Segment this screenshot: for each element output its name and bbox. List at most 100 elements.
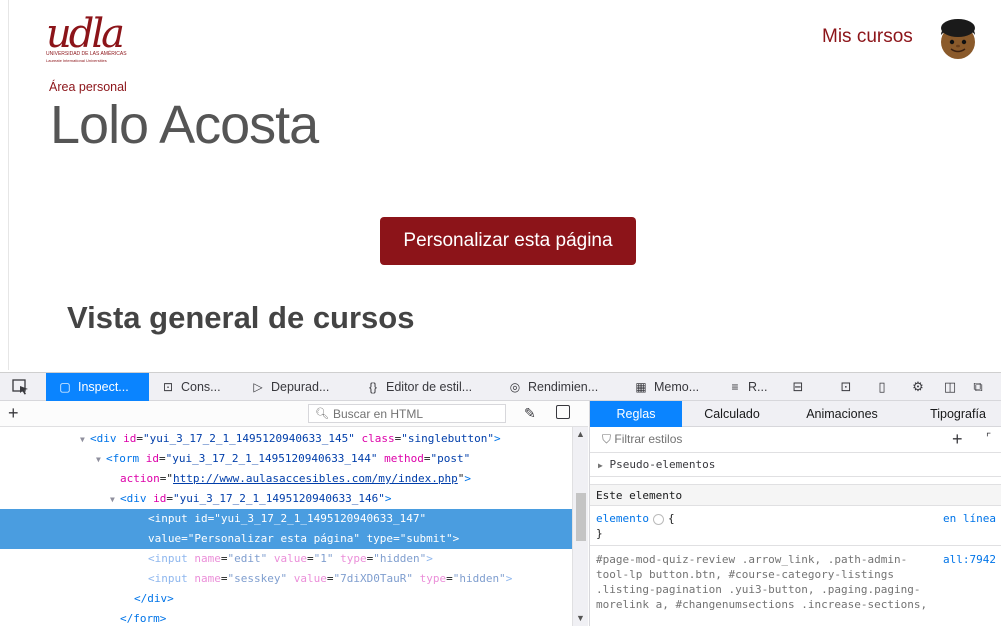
markup-token: = <box>166 492 173 505</box>
split-console-icon[interactable]: ⊡ <box>838 379 854 395</box>
markup-token: name <box>194 552 221 565</box>
markup-token: id <box>153 492 167 505</box>
devtools-panel: ▢ Inspect... ⊡ Cons... ▷ Depurad... {} Edito… <box>0 372 1001 626</box>
rule-source-link[interactable]: all:7942 <box>943 552 996 567</box>
tab-fonts[interactable]: Tipografía <box>912 401 1001 427</box>
markup-line[interactable]: action="http://www.aulasaccesibles.com/m… <box>0 469 572 489</box>
scroll-up-arrow-icon[interactable]: ▲ <box>576 429 585 439</box>
settings-gear-icon[interactable]: ⚙ <box>910 379 926 395</box>
pseudo-elements-toggle[interactable]: ▶ Pseudo-elementos <box>590 453 1001 477</box>
markup-line[interactable]: <input name="edit" value="1" type="hidde… <box>0 549 572 569</box>
tab-console[interactable]: ⊡ Cons... <box>153 373 238 401</box>
markup-token: type <box>366 532 394 545</box>
markup-token: class <box>361 432 395 445</box>
console-icon: ⊡ <box>162 380 174 394</box>
markup-line[interactable]: <input id="yui_3_17_2_1_1495120940633_14… <box>0 509 572 529</box>
markup-line[interactable]: </form> <box>0 609 572 626</box>
element-picker-icon[interactable] <box>12 379 30 395</box>
rule-open-brace: { <box>667 512 675 525</box>
customize-page-button[interactable]: Personalizar esta página <box>380 217 636 265</box>
markup-token: <input <box>148 552 195 565</box>
rule-source-inline[interactable]: en línea <box>943 511 996 526</box>
web-page: udla UNIVERSIDAD DE LAS AMÉRICAS Laureat… <box>0 0 1001 370</box>
markup-token: =" <box>159 472 173 485</box>
logo-subtagline: Laureate International Universities <box>46 58 107 63</box>
toggle-classes-icon[interactable]: ⌜ <box>986 431 991 444</box>
markup-line[interactable]: <input name="sesskey" value="7diXD0TauR"… <box>0 569 572 589</box>
course-overview-heading: Vista general de cursos <box>67 300 415 335</box>
markup-token: type <box>419 572 447 585</box>
markup-token: <div <box>120 492 154 505</box>
markup-line[interactable]: ▼ <div id="yui_3_17_2_1_1495120940633_145… <box>0 429 572 449</box>
element-selector: elemento <box>596 512 649 525</box>
markup-link[interactable]: http://www.aulasaccesibles.com/my/index.… <box>173 472 458 485</box>
tab-style-editor[interactable]: {} Editor de estil... <box>358 373 493 401</box>
markup-token: "edit" <box>227 552 268 565</box>
markup-token: type <box>340 552 367 565</box>
expand-twisty-icon[interactable]: ▼ <box>110 490 120 510</box>
breadcrumb[interactable]: Área personal <box>49 80 127 94</box>
markup-line[interactable]: ▼ <div id="yui_3_17_2_1_1495120940633_146… <box>0 489 572 509</box>
markup-token: "yui_3_17_2_1_1495120940633_144" <box>165 452 378 465</box>
element-rule[interactable]: elemento { en línea } <box>590 511 1001 541</box>
tab-memory[interactable]: ▦ Memo... <box>628 373 718 401</box>
page-title: Lolo Acosta <box>50 95 319 155</box>
expand-twisty-icon[interactable]: ▼ <box>96 450 106 470</box>
eyedropper-icon[interactable]: ✎ <box>524 405 536 422</box>
tab-rules[interactable]: Reglas <box>590 401 682 427</box>
html-search-input[interactable]: 🔍︎ Buscar en HTML <box>308 404 506 423</box>
add-rule-plus-icon[interactable]: + <box>952 429 963 450</box>
tab-inspector[interactable]: ▢ Inspect... <box>46 373 149 401</box>
markup-token: > <box>426 552 433 565</box>
markup-scrollbar[interactable]: ▲ ▼ <box>572 427 588 626</box>
markup-token: "post" <box>430 452 471 465</box>
stylesheet-rule[interactable]: #page-mod-quiz-review .arrow_link, .path… <box>590 552 1001 612</box>
mis-cursos-link[interactable]: Mis cursos <box>822 26 913 48</box>
this-element-header: Este elemento <box>590 484 1001 506</box>
scroll-thumb[interactable] <box>576 493 586 541</box>
tab-animations[interactable]: Animaciones <box>782 401 902 427</box>
markup-token: = <box>393 532 400 545</box>
toggle-sidebar-icon[interactable] <box>556 405 570 419</box>
dock-side-icon[interactable]: ◫ <box>942 379 958 395</box>
sidebar-tabs: Reglas Calculado Animaciones Tipografía <box>590 401 1001 427</box>
markup-token: method <box>384 452 424 465</box>
scroll-down-arrow-icon[interactable]: ▼ <box>576 613 585 623</box>
markup-token: id <box>145 452 159 465</box>
markup-line[interactable]: value="Personalizar esta página" type="s… <box>0 529 572 549</box>
markup-token: </div> <box>134 592 174 605</box>
tab-computed[interactable]: Calculado <box>682 401 782 427</box>
memory-icon: ▦ <box>635 380 647 394</box>
markup-token: id <box>123 432 137 445</box>
add-node-plus-icon[interactable]: + <box>8 404 19 422</box>
tab-debugger[interactable]: ▷ Depurad... <box>243 373 353 401</box>
user-avatar[interactable] <box>935 15 981 61</box>
tab-network[interactable]: ≡ R... <box>722 373 782 401</box>
tab-performance[interactable]: ◎ Rendimien... <box>500 373 622 401</box>
markup-line[interactable]: ▼ <form id="yui_3_17_2_1_1495120940633_14… <box>0 449 572 469</box>
filter-styles-input[interactable]: ⛉ Filtrar estilos <box>602 432 682 447</box>
rule-gear-icon[interactable] <box>652 513 664 525</box>
markup-token: = <box>306 552 314 565</box>
markup-token <box>355 432 362 445</box>
separate-window-icon[interactable]: ⧉ <box>970 379 986 395</box>
expand-twisty-icon[interactable]: ▼ <box>80 430 90 450</box>
network-icon: ≡ <box>731 380 739 394</box>
html-markup-view[interactable]: ▼ <div id="yui_3_17_2_1_1495120940633_145… <box>0 427 572 626</box>
logo-tagline: UNIVERSIDAD DE LAS AMÉRICAS <box>46 51 127 57</box>
rule-selector-line: .listing-pagination .yui3-button, .pagin… <box>596 583 921 596</box>
frame-select-icon[interactable]: ⊟ <box>790 379 806 395</box>
markup-line[interactable]: </div> <box>0 589 572 609</box>
markup-token: > <box>452 532 460 545</box>
markup-token: value <box>273 552 307 565</box>
rule-selector-line: morelink a, #changenumsections .increase… <box>596 598 928 611</box>
rule-selector-line: tool-lp button.btn, #course-category-lis… <box>596 568 895 581</box>
screenshot-icon[interactable]: ▯ <box>874 379 890 395</box>
markup-token: value <box>148 532 182 545</box>
markup-token: <input <box>148 512 195 525</box>
markup-token: "submit" <box>399 532 453 545</box>
markup-token: = <box>159 452 166 465</box>
logo-wordmark: udla <box>46 11 125 57</box>
udla-logo[interactable]: udla UNIVERSIDAD DE LAS AMÉRICAS Laureat… <box>44 14 136 66</box>
inspector-icon: ▢ <box>59 380 71 394</box>
